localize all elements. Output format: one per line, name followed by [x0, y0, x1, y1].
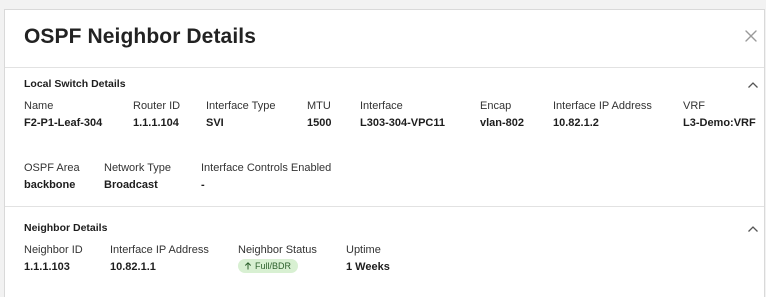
section-title-local-switch: Local Switch Details: [24, 78, 126, 90]
field-label: Interface Type: [206, 100, 276, 112]
field-interface-type: Interface Type SVI: [206, 100, 276, 129]
field-label: Network Type: [104, 162, 172, 174]
field-vrf: VRF L3-Demo:VRF: [683, 100, 756, 129]
field-label: Uptime: [346, 244, 381, 256]
arrow-up-icon: [244, 262, 252, 270]
field-network-type: Network Type Broadcast: [104, 162, 171, 191]
section-title-neighbor: Neighbor Details: [24, 222, 108, 234]
field-interface: Interface L303-304-VPC11: [360, 100, 445, 129]
field-name: Name F2-P1-Leaf-304: [24, 100, 102, 129]
field-interface-ip: Interface IP Address 10.82.1.2: [553, 100, 652, 129]
field-value: 10.82.1.1: [110, 261, 156, 273]
field-label: Interface IP Address: [110, 244, 209, 256]
field-label: OSPF Area: [24, 162, 80, 174]
chevron-up-icon[interactable]: [747, 81, 759, 89]
field-label: Name: [24, 100, 54, 112]
field-value: backbone: [24, 179, 76, 191]
field-value: SVI: [206, 117, 224, 129]
field-label: VRF: [683, 100, 705, 112]
field-label: Encap: [480, 100, 512, 112]
ospf-neighbor-details-dialog: OSPF Neighbor Details Local Switch Detai…: [4, 9, 765, 297]
field-value: 10.82.1.2: [553, 117, 599, 129]
field-neighbor-id: Neighbor ID 1.1.1.103: [24, 244, 83, 273]
field-value: L3-Demo:VRF: [683, 117, 756, 129]
field-value: -: [201, 179, 205, 191]
chevron-up-icon[interactable]: [747, 225, 759, 233]
field-neighbor-status: Neighbor Status Full/BDR: [238, 244, 317, 275]
field-value: Broadcast: [104, 179, 158, 191]
status-badge: Full/BDR: [238, 259, 299, 273]
field-value: vlan-802: [480, 117, 525, 129]
field-value: L303-304-VPC11: [360, 117, 445, 129]
section-divider: [5, 206, 764, 207]
field-label: Router ID: [133, 100, 181, 112]
field-label: Neighbor ID: [24, 244, 83, 256]
field-interface-controls: Interface Controls Enabled -: [201, 162, 331, 191]
field-label: MTU: [307, 100, 331, 112]
close-icon[interactable]: [742, 27, 760, 45]
field-value: 1 Weeks: [346, 261, 390, 273]
field-label: Interface Controls Enabled: [201, 162, 332, 174]
field-value: 1.1.1.103: [24, 261, 70, 273]
field-encap: Encap vlan-802: [480, 100, 524, 129]
field-label: Neighbor Status: [238, 244, 317, 256]
field-label: Interface: [360, 100, 403, 112]
field-neighbor-interface-ip: Interface IP Address 10.82.1.1: [110, 244, 209, 273]
field-mtu: MTU 1500: [307, 100, 331, 129]
field-ospf-area: OSPF Area backbone: [24, 162, 80, 191]
status-text: Full/BDR: [255, 261, 292, 271]
field-value: F2-P1-Leaf-304: [24, 117, 103, 129]
header-divider: [5, 67, 764, 68]
field-value: 1.1.1.104: [133, 117, 179, 129]
field-uptime: Uptime 1 Weeks: [346, 244, 390, 273]
field-router-id: Router ID 1.1.1.104: [133, 100, 180, 129]
field-value: 1500: [307, 117, 332, 129]
dialog-title: OSPF Neighbor Details: [24, 25, 256, 48]
field-label: Interface IP Address: [553, 100, 652, 112]
